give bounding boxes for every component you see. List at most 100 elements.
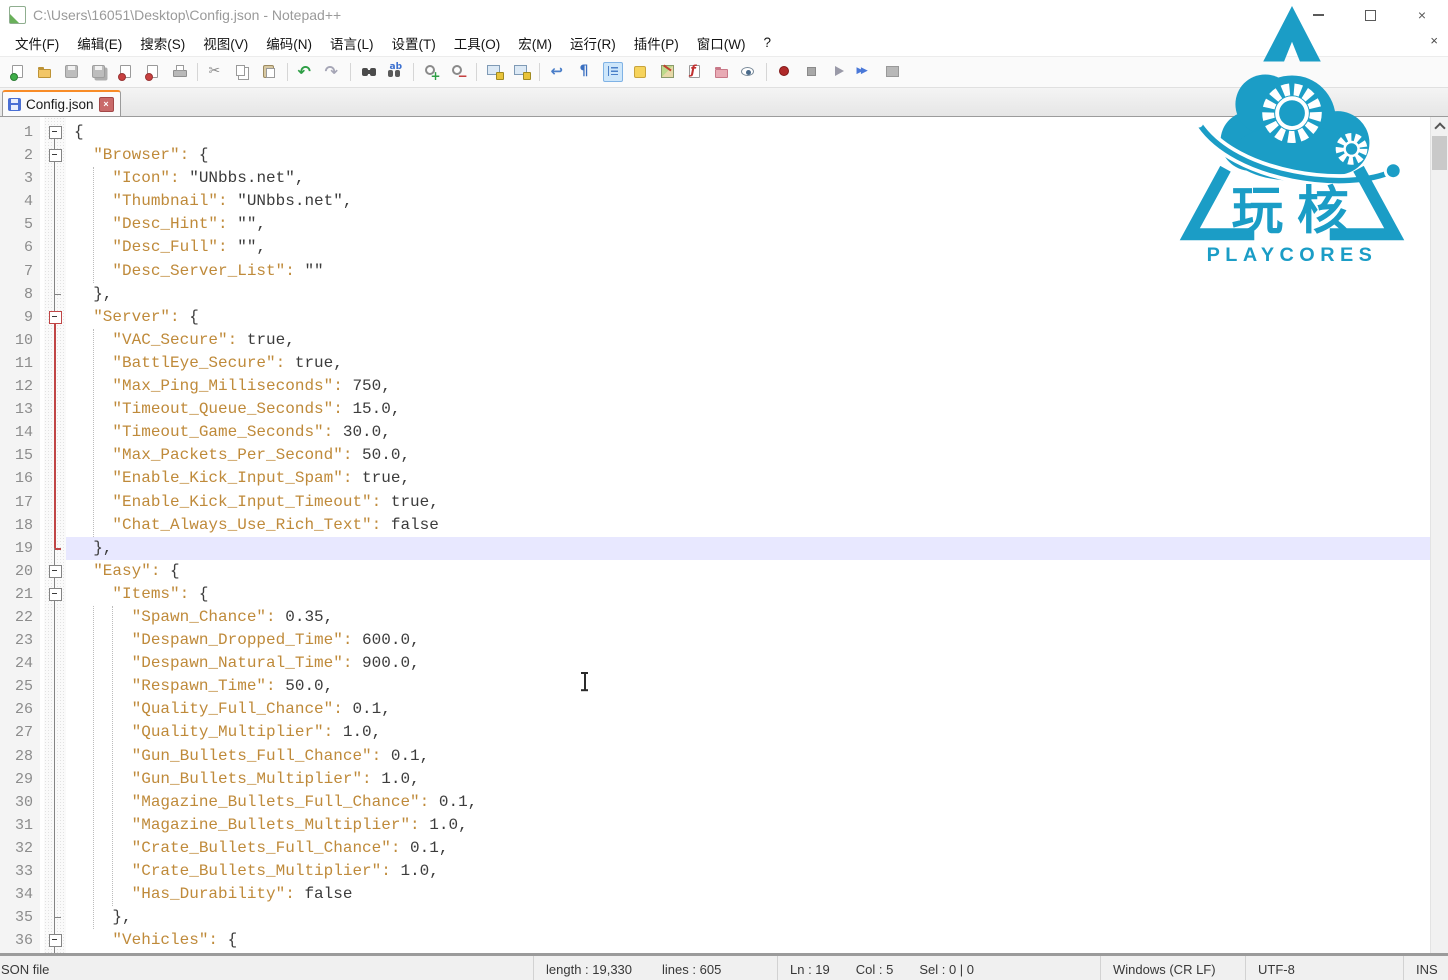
- menu-item-w[interactable]: 窗口(W): [688, 30, 755, 57]
- code-line-22[interactable]: "Spawn_Chance": 0.35,: [66, 606, 1430, 629]
- macro-play-icon[interactable]: [830, 63, 848, 81]
- close-button[interactable]: ×: [1396, 0, 1448, 30]
- maximize-button[interactable]: [1344, 0, 1396, 30]
- code-line-3[interactable]: "Icon": "UNbbs.net",: [66, 167, 1430, 190]
- indent-guide-icon[interactable]: [602, 62, 623, 82]
- status-encoding[interactable]: UTF-8: [1245, 956, 1403, 980]
- macro-stop-icon[interactable]: [803, 63, 821, 81]
- code-line-11[interactable]: "BattlEye_Secure": true,: [66, 352, 1430, 375]
- code-line-31[interactable]: "Magazine_Bullets_Multiplier": 1.0,: [66, 814, 1430, 837]
- redo-icon[interactable]: [324, 62, 342, 81]
- code-line-4[interactable]: "Thumbnail": "UNbbs.net",: [66, 190, 1430, 213]
- zoom-in-icon[interactable]: [423, 63, 441, 83]
- menu-item-p[interactable]: 插件(P): [625, 30, 688, 57]
- code-line-9[interactable]: "Server": {: [66, 306, 1430, 329]
- code-line-24[interactable]: "Despawn_Natural_Time": 900.0,: [66, 652, 1430, 675]
- code-line-1[interactable]: {: [66, 121, 1430, 144]
- code-line-10[interactable]: "VAC_Secure": true,: [66, 329, 1430, 352]
- close-document-icon[interactable]: ×: [1430, 33, 1438, 48]
- macro-save-icon[interactable]: [884, 63, 902, 81]
- show-all-chars-icon[interactable]: [576, 63, 594, 81]
- code-line-2[interactable]: "Browser": {: [66, 144, 1430, 167]
- fold-collapse-box[interactable]: [48, 564, 62, 578]
- menu-item-n[interactable]: 编码(N): [257, 30, 321, 57]
- code-line-7[interactable]: "Desc_Server_List": "": [66, 260, 1430, 283]
- vertical-scrollbar[interactable]: [1430, 117, 1448, 953]
- undo-icon[interactable]: [297, 62, 315, 81]
- code-line-28[interactable]: "Gun_Bullets_Full_Chance": 0.1,: [66, 745, 1430, 768]
- scroll-up-arrow-icon[interactable]: [1431, 117, 1448, 134]
- menu-item-e[interactable]: 编辑(E): [68, 30, 131, 57]
- menu-item-m[interactable]: 宏(M): [509, 30, 561, 57]
- sync-h-scroll-icon[interactable]: [513, 63, 531, 81]
- status-caret-position[interactable]: Ln : 19 Col : 5 Sel : 0 | 0: [777, 956, 1100, 980]
- copy-icon[interactable]: [234, 63, 252, 81]
- menu-item-v[interactable]: 视图(V): [194, 30, 257, 57]
- folder-workspace-icon[interactable]: [713, 63, 731, 81]
- menu-item-f[interactable]: 文件(F): [6, 30, 68, 57]
- code-line-19[interactable]: },: [66, 536, 1430, 560]
- fold-collapse-box[interactable]: [48, 310, 62, 324]
- code-line-35[interactable]: },: [66, 906, 1430, 929]
- status-insert-mode[interactable]: INS: [1403, 956, 1448, 980]
- fold-collapse-box[interactable]: [48, 126, 62, 140]
- macro-record-icon[interactable]: [776, 63, 794, 81]
- function-list-icon[interactable]: [686, 63, 704, 81]
- new-file-icon[interactable]: [9, 63, 27, 81]
- save-all-icon[interactable]: [90, 63, 108, 81]
- code-line-18[interactable]: "Chat_Always_Use_Rich_Text": false: [66, 514, 1430, 537]
- code-line-8[interactable]: },: [66, 283, 1430, 306]
- macro-run-multiple-icon[interactable]: [857, 63, 875, 81]
- code-line-27[interactable]: "Quality_Multiplier": 1.0,: [66, 721, 1430, 744]
- scrollbar-thumb[interactable]: [1432, 136, 1447, 170]
- menu-item-s[interactable]: 搜索(S): [131, 30, 194, 57]
- tab-close-icon[interactable]: [98, 96, 114, 112]
- code-text-area[interactable]: { "Browser": { "Icon": "UNbbs.net", "Thu…: [66, 117, 1430, 953]
- code-line-14[interactable]: "Timeout_Game_Seconds": 30.0,: [66, 421, 1430, 444]
- code-line-30[interactable]: "Magazine_Bullets_Full_Chance": 0.1,: [66, 791, 1430, 814]
- find-icon[interactable]: [360, 63, 378, 81]
- code-line-26[interactable]: "Quality_Full_Chance": 0.1,: [66, 698, 1430, 721]
- code-line-20[interactable]: "Easy": {: [66, 560, 1430, 583]
- code-line-33[interactable]: "Crate_Bullets_Multiplier": 1.0,: [66, 860, 1430, 883]
- code-line-13[interactable]: "Timeout_Queue_Seconds": 15.0,: [66, 398, 1430, 421]
- udl-dialog-icon[interactable]: [632, 63, 650, 81]
- minimize-button[interactable]: [1292, 0, 1344, 30]
- code-line-16[interactable]: "Enable_Kick_Input_Spam": true,: [66, 467, 1430, 490]
- replace-icon[interactable]: [387, 62, 405, 81]
- menu-item-t[interactable]: 设置(T): [383, 30, 445, 57]
- code-line-23[interactable]: "Despawn_Dropped_Time": 600.0,: [66, 629, 1430, 652]
- file-monitoring-icon[interactable]: [740, 63, 758, 81]
- paste-icon[interactable]: [261, 63, 279, 81]
- close-all-icon[interactable]: [144, 63, 162, 81]
- code-line-21[interactable]: "Items": {: [66, 583, 1430, 606]
- code-line-15[interactable]: "Max_Packets_Per_Second": 50.0,: [66, 444, 1430, 467]
- cut-icon[interactable]: [207, 63, 225, 81]
- fold-collapse-box[interactable]: [48, 934, 62, 948]
- code-line-17[interactable]: "Enable_Kick_Input_Timeout": true,: [66, 491, 1430, 514]
- open-icon[interactable]: [36, 63, 54, 81]
- code-line-25[interactable]: "Respawn_Time": 50.0,: [66, 675, 1430, 698]
- menu-item-r[interactable]: 运行(R): [561, 30, 625, 57]
- fold-collapse-box[interactable]: [48, 587, 62, 601]
- fold-collapse-box[interactable]: [48, 149, 62, 163]
- print-icon[interactable]: [171, 63, 189, 81]
- sync-v-scroll-icon[interactable]: [486, 63, 504, 81]
- menu-item-l[interactable]: 语言(L): [321, 30, 383, 57]
- zoom-out-icon[interactable]: [450, 63, 468, 83]
- code-line-34[interactable]: "Has_Durability": false: [66, 883, 1430, 906]
- menu-item-o[interactable]: 工具(O): [445, 30, 510, 57]
- tab-config-json[interactable]: Config.json: [2, 90, 121, 116]
- close-icon[interactable]: [117, 63, 135, 81]
- word-wrap-icon[interactable]: [549, 62, 567, 81]
- code-line-29[interactable]: "Gun_Bullets_Multiplier": 1.0,: [66, 768, 1430, 791]
- doc-map-icon[interactable]: [659, 63, 677, 81]
- code-line-32[interactable]: "Crate_Bullets_Full_Chance": 0.1,: [66, 837, 1430, 860]
- code-line-12[interactable]: "Max_Ping_Milliseconds": 750,: [66, 375, 1430, 398]
- menu-item-help[interactable]: ?: [754, 32, 780, 54]
- status-eol-format[interactable]: Windows (CR LF): [1100, 956, 1245, 980]
- code-line-6[interactable]: "Desc_Full": "",: [66, 236, 1430, 259]
- save-icon[interactable]: [63, 63, 81, 81]
- code-line-5[interactable]: "Desc_Hint": "",: [66, 213, 1430, 236]
- code-line-36[interactable]: "Vehicles": {: [66, 929, 1430, 952]
